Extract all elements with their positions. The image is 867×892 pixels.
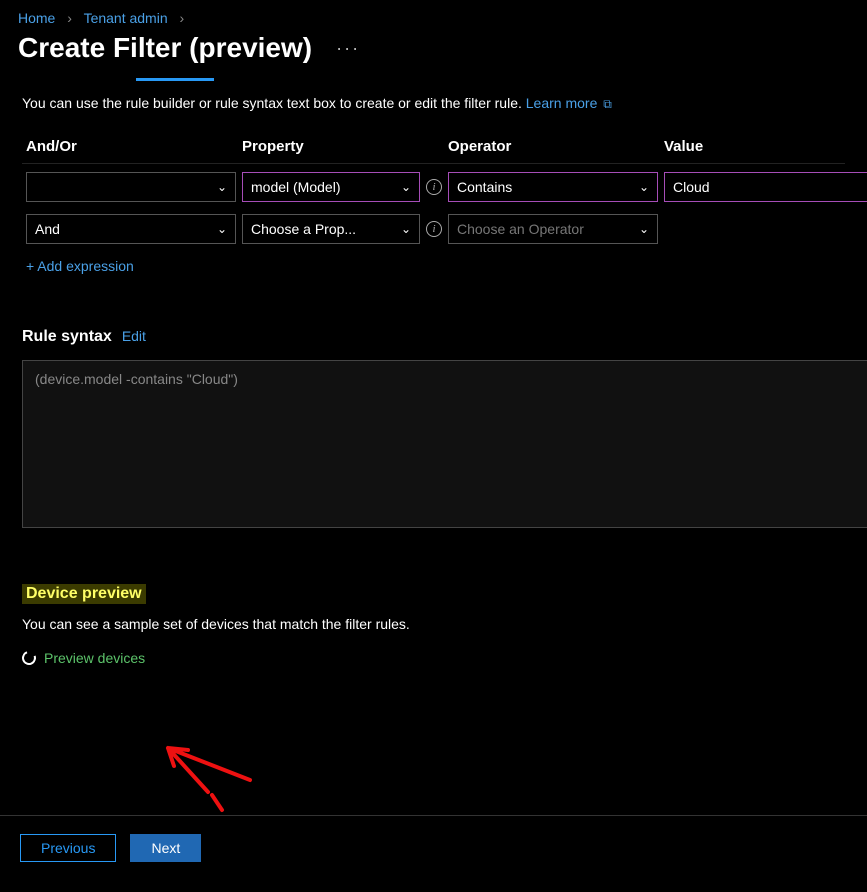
chevron-right-icon: › xyxy=(172,10,193,26)
learn-more-link[interactable]: Learn more xyxy=(526,95,598,111)
external-link-icon: ⧉ xyxy=(603,97,612,111)
chevron-down-icon: ⌄ xyxy=(217,222,227,236)
chevron-down-icon: ⌄ xyxy=(639,222,649,236)
col-andor: And/Or xyxy=(26,138,236,155)
edit-syntax-link[interactable]: Edit xyxy=(122,328,146,344)
property-select[interactable]: model (Model) ⌄ xyxy=(242,172,420,202)
description-text: You can use the rule builder or rule syn… xyxy=(22,95,845,112)
page-title: Create Filter (preview) xyxy=(18,32,312,64)
chevron-down-icon: ⌄ xyxy=(401,222,411,236)
active-tab-indicator xyxy=(136,78,214,81)
more-menu-icon[interactable]: ··· xyxy=(336,38,360,59)
rule-row: And ⌄ Choose a Prop... ⌄ i Choose an Ope… xyxy=(22,206,845,248)
footer-bar: Previous Next xyxy=(0,815,867,892)
previous-button[interactable]: Previous xyxy=(20,834,116,862)
chevron-down-icon: ⌄ xyxy=(401,180,411,194)
operator-select[interactable]: Choose an Operator ⌄ xyxy=(448,214,658,244)
add-expression-link[interactable]: + Add expression xyxy=(22,248,845,274)
breadcrumb-tenant-link[interactable]: Tenant admin xyxy=(84,10,168,26)
info-icon[interactable]: i xyxy=(426,179,442,195)
rule-syntax-heading: Rule syntax xyxy=(22,328,112,346)
operator-select[interactable]: Contains ⌄ xyxy=(448,172,658,202)
refresh-icon xyxy=(20,649,39,668)
andor-select[interactable]: And ⌄ xyxy=(26,214,236,244)
andor-select[interactable]: ⌄ xyxy=(26,172,236,202)
chevron-right-icon: › xyxy=(59,10,80,26)
info-icon[interactable]: i xyxy=(426,221,442,237)
rule-row: ⌄ model (Model) ⌄ i Contains ⌄ xyxy=(22,164,845,206)
chevron-down-icon: ⌄ xyxy=(639,180,649,194)
property-select[interactable]: Choose a Prop... ⌄ xyxy=(242,214,420,244)
next-button[interactable]: Next xyxy=(130,834,201,862)
device-preview-desc: You can see a sample set of devices that… xyxy=(22,616,845,632)
device-preview-heading: Device preview xyxy=(22,584,146,604)
breadcrumb: Home › Tenant admin › xyxy=(0,0,867,32)
rule-syntax-textbox: (device.model -contains "Cloud") xyxy=(22,360,867,528)
chevron-down-icon: ⌄ xyxy=(217,180,227,194)
col-operator: Operator xyxy=(448,138,658,155)
col-value: Value xyxy=(664,138,867,155)
breadcrumb-home-link[interactable]: Home xyxy=(18,10,55,26)
value-input[interactable] xyxy=(664,172,867,202)
annotation-arrow xyxy=(150,740,280,820)
preview-devices-link[interactable]: Preview devices xyxy=(22,650,845,666)
col-property: Property xyxy=(242,138,442,155)
